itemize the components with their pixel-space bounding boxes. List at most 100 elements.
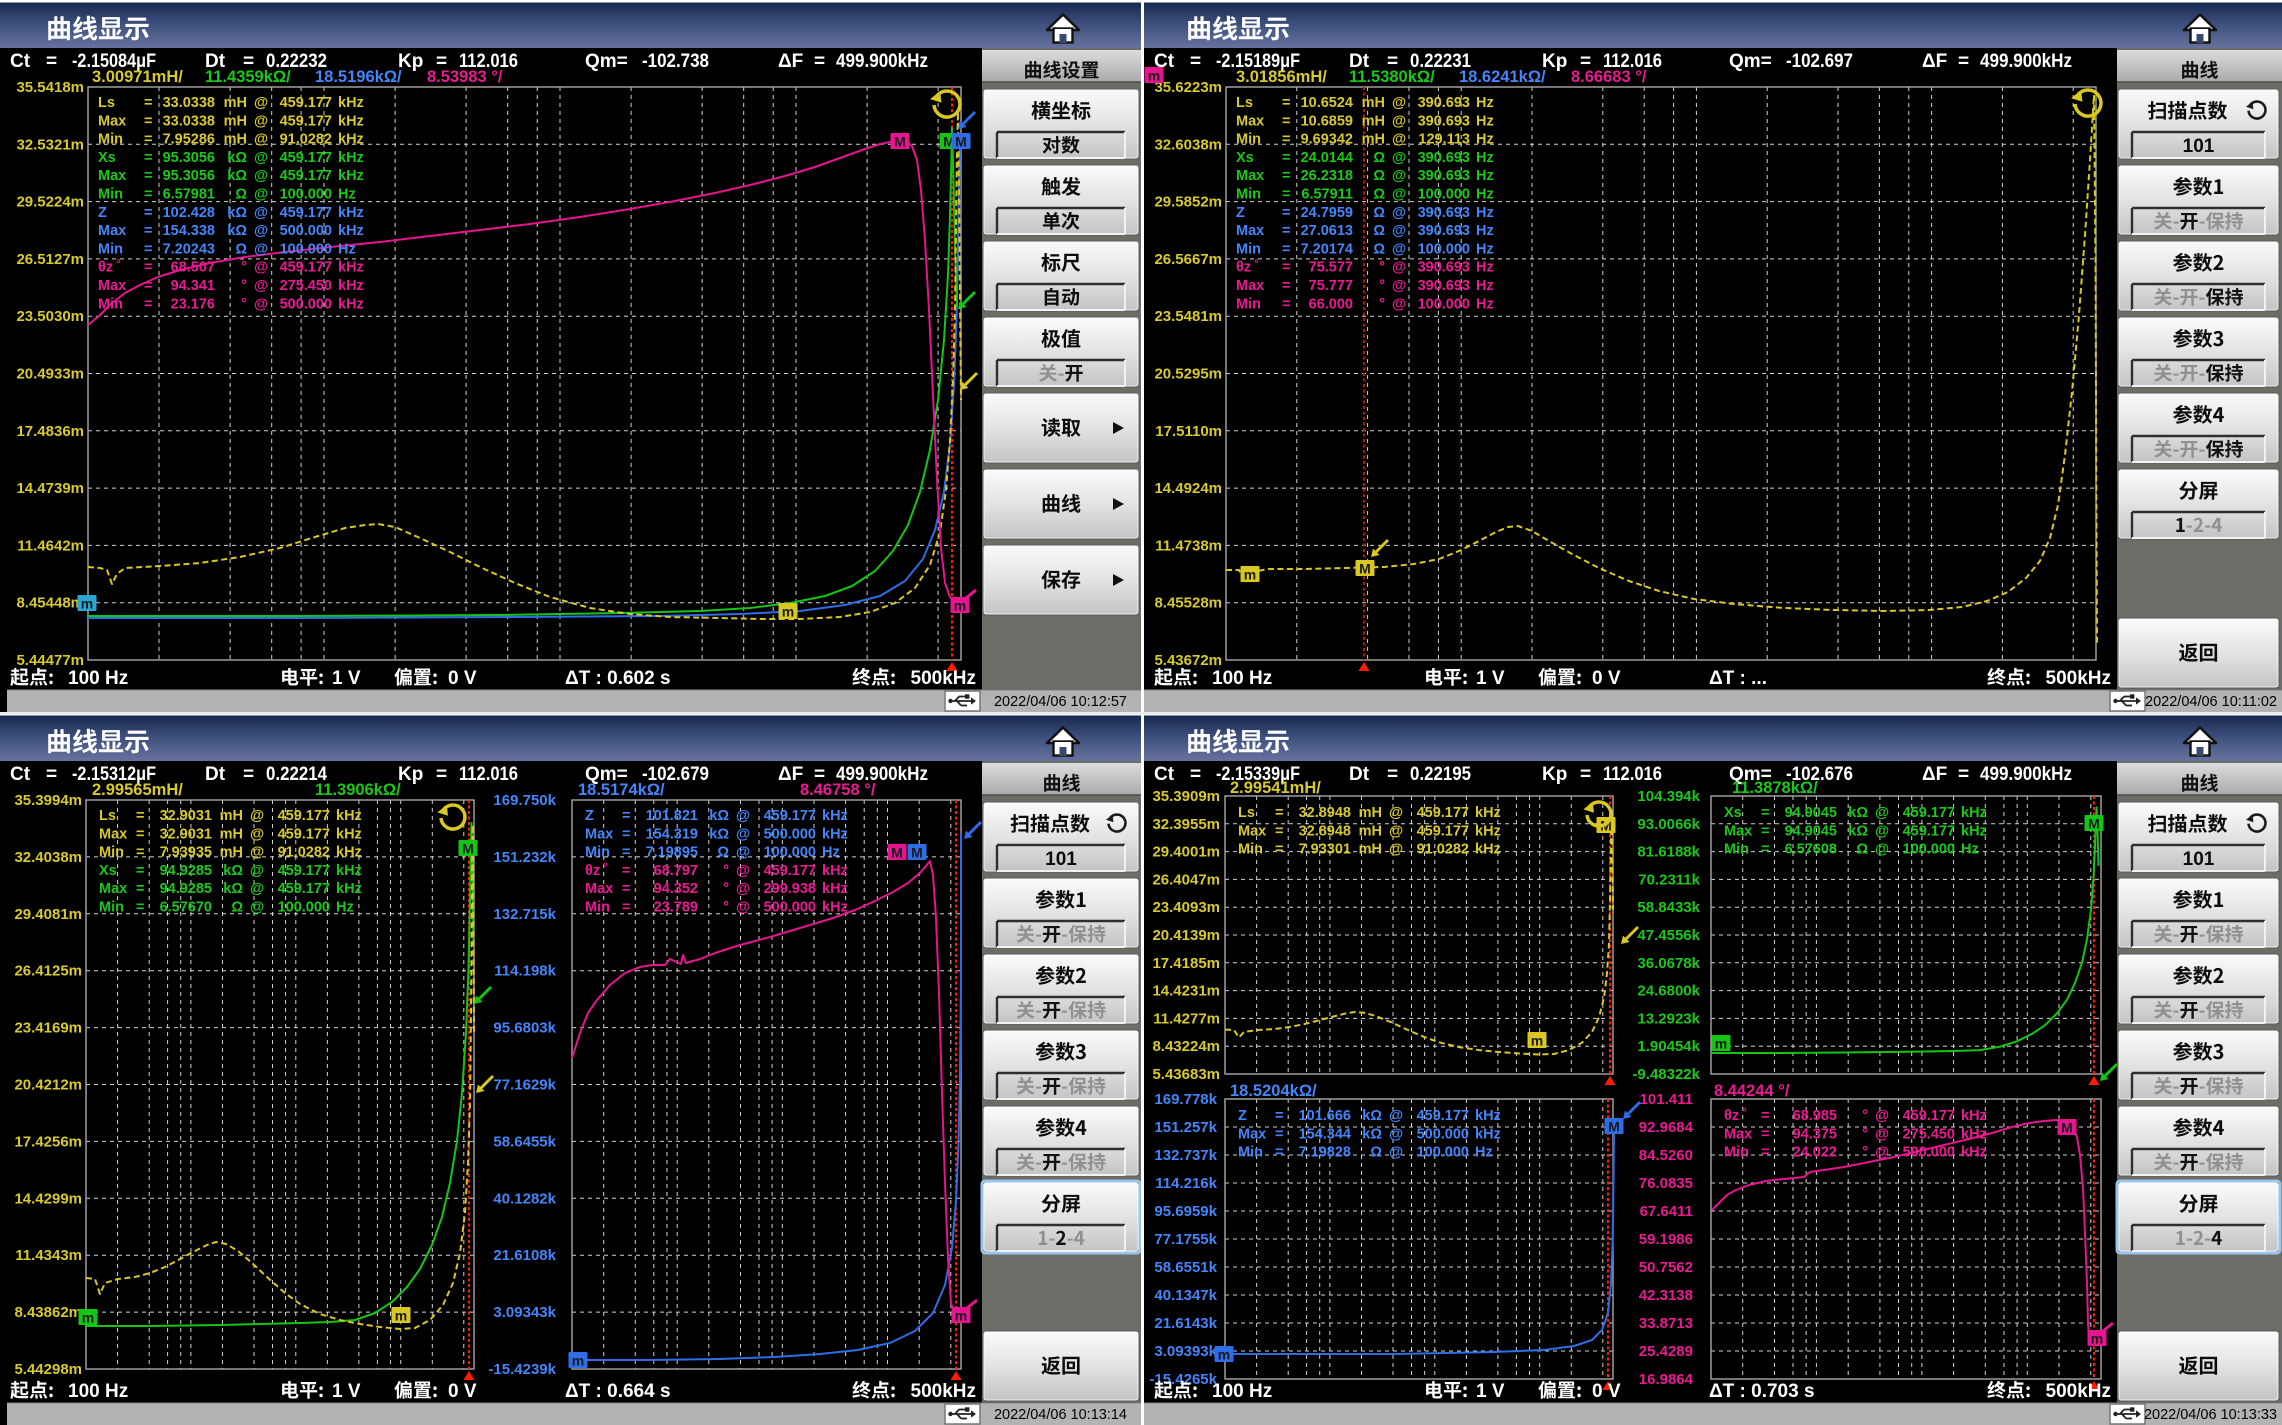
svg-text:mH: mH	[1359, 823, 1382, 839]
svg-text:7.95286: 7.95286	[163, 132, 215, 148]
svg-text:@: @	[1875, 823, 1889, 839]
svg-text:101.411: 101.411	[1640, 1091, 1693, 1108]
svg-text:=: =	[1190, 51, 1201, 72]
svg-text:ΔT : 0.602 s: ΔT : 0.602 s	[565, 668, 671, 689]
svg-text:0 V: 0 V	[1592, 1381, 1621, 1402]
svg-text:°: °	[1862, 1145, 1868, 1161]
svg-text:mH: mH	[1359, 805, 1382, 821]
svg-text:1 V: 1 V	[332, 1381, 361, 1402]
svg-text:@: @	[254, 223, 268, 239]
svg-text:500.000: 500.000	[764, 826, 816, 842]
svg-text:23.4169m: 23.4169m	[14, 1020, 82, 1037]
svg-text:θz: θz	[1724, 1108, 1739, 1124]
svg-text:32.6038m: 32.6038m	[1154, 136, 1222, 153]
svg-text:459.177: 459.177	[764, 808, 816, 824]
svg-text:Ω: Ω	[235, 187, 247, 203]
svg-text:59.1986: 59.1986	[1639, 1231, 1693, 1248]
svg-text:3.09343k: 3.09343k	[493, 1304, 556, 1321]
svg-text:=: =	[144, 278, 152, 294]
svg-text:24.022: 24.022	[1793, 1145, 1837, 1161]
svg-text:kHz: kHz	[1475, 805, 1501, 821]
svg-text:Min: Min	[585, 900, 610, 916]
svg-text:29.5224m: 29.5224m	[16, 194, 84, 211]
svg-text:°: °	[241, 296, 247, 312]
svg-text:kΩ: kΩ	[223, 881, 243, 897]
svg-text:@: @	[1392, 187, 1406, 203]
svg-text:kHz: kHz	[822, 863, 848, 879]
svg-text:=: =	[1282, 296, 1290, 312]
svg-text:151.257k: 151.257k	[1154, 1119, 1217, 1136]
svg-text:=: =	[1190, 764, 1201, 785]
svg-text:500.000: 500.000	[1903, 1145, 1955, 1161]
svg-text:Ct: Ct	[10, 51, 31, 72]
svg-text:6.57670: 6.57670	[160, 900, 212, 916]
svg-text:2022/04/06 10:13:14: 2022/04/06 10:13:14	[994, 1407, 1127, 1423]
svg-text:114.216k: 114.216k	[1155, 1175, 1217, 1192]
svg-text:2022/04/06 10:12:57: 2022/04/06 10:12:57	[994, 694, 1127, 710]
svg-text:10.6859: 10.6859	[1301, 113, 1353, 129]
svg-text:100.000: 100.000	[280, 187, 332, 203]
svg-text:Hz: Hz	[1476, 296, 1494, 312]
svg-text:@: @	[254, 150, 268, 166]
svg-text:68.985: 68.985	[1793, 1108, 1837, 1124]
svg-text:kHz: kHz	[338, 95, 364, 111]
svg-text:36.0678k: 36.0678k	[1637, 955, 1700, 972]
svg-text:kΩ: kΩ	[227, 168, 247, 184]
svg-text:ΔF: ΔF	[778, 51, 803, 72]
svg-text:0.22195: 0.22195	[1410, 764, 1471, 785]
svg-text:@: @	[1389, 1108, 1403, 1124]
svg-text:1 V: 1 V	[332, 668, 361, 689]
svg-text:8.45528m: 8.45528m	[1154, 595, 1222, 612]
svg-text:°: °	[723, 863, 729, 879]
svg-text:=: =	[1275, 1108, 1283, 1124]
svg-text:Hz: Hz	[1961, 842, 1979, 858]
svg-text:@: @	[1389, 1145, 1403, 1161]
svg-text:=: =	[1282, 260, 1290, 276]
svg-text:459.177: 459.177	[764, 863, 816, 879]
svg-text:Ls: Ls	[1238, 805, 1255, 821]
svg-text:kHz: kHz	[338, 113, 364, 129]
svg-text:kHz: kHz	[338, 260, 364, 276]
svg-text:m: m	[1148, 68, 1160, 84]
svg-text:=: =	[144, 241, 152, 257]
svg-text:500kHz: 500kHz	[911, 668, 977, 689]
svg-text:=: =	[136, 845, 144, 861]
svg-text:Hz: Hz	[336, 900, 354, 916]
svg-text:kHz: kHz	[338, 278, 364, 294]
svg-text:@: @	[736, 845, 750, 861]
svg-text:Max: Max	[1238, 1126, 1266, 1142]
svg-text:@: @	[1875, 1145, 1889, 1161]
svg-text:18.6241kΩ/: 18.6241kΩ/	[1459, 68, 1546, 86]
svg-text:459.177: 459.177	[1903, 823, 1955, 839]
svg-text:104.394k: 104.394k	[1637, 788, 1700, 805]
svg-text:kHz: kHz	[1475, 842, 1501, 858]
svg-text:459.177: 459.177	[1903, 1108, 1955, 1124]
svg-text:kHz: kHz	[1961, 1126, 1987, 1142]
svg-text:500kHz: 500kHz	[2046, 1381, 2112, 1402]
svg-text:@: @	[1392, 132, 1406, 148]
svg-text:Min: Min	[1724, 1145, 1749, 1161]
svg-text:499.900kHz: 499.900kHz	[1980, 51, 2072, 72]
svg-text:Min: Min	[99, 845, 124, 861]
svg-text:Ω: Ω	[1373, 150, 1385, 166]
svg-text:Max: Max	[1724, 823, 1752, 839]
svg-text:102.428: 102.428	[163, 205, 215, 221]
svg-text:11.4738m: 11.4738m	[1155, 537, 1222, 554]
svg-text:11.5380kΩ/: 11.5380kΩ/	[1349, 68, 1435, 86]
svg-text:75.577: 75.577	[1309, 260, 1353, 276]
svg-text:kHz: kHz	[336, 881, 362, 897]
svg-text:=: =	[436, 764, 447, 785]
svg-text:Max: Max	[1724, 1126, 1752, 1142]
svg-text:m: m	[81, 596, 93, 612]
svg-text:Ω: Ω	[1373, 187, 1385, 203]
svg-text:23.5030m: 23.5030m	[16, 308, 84, 325]
svg-text:7.19828: 7.19828	[1299, 1145, 1351, 1161]
svg-text:@: @	[1389, 823, 1403, 839]
svg-text:@: @	[736, 808, 750, 824]
svg-text:kHz: kHz	[1475, 1108, 1501, 1124]
svg-text:Min: Min	[1238, 1145, 1263, 1161]
svg-text:@: @	[254, 205, 268, 221]
svg-text:Hz: Hz	[338, 241, 356, 257]
svg-text:=: =	[1282, 132, 1290, 148]
svg-text:°: °	[603, 861, 608, 874]
